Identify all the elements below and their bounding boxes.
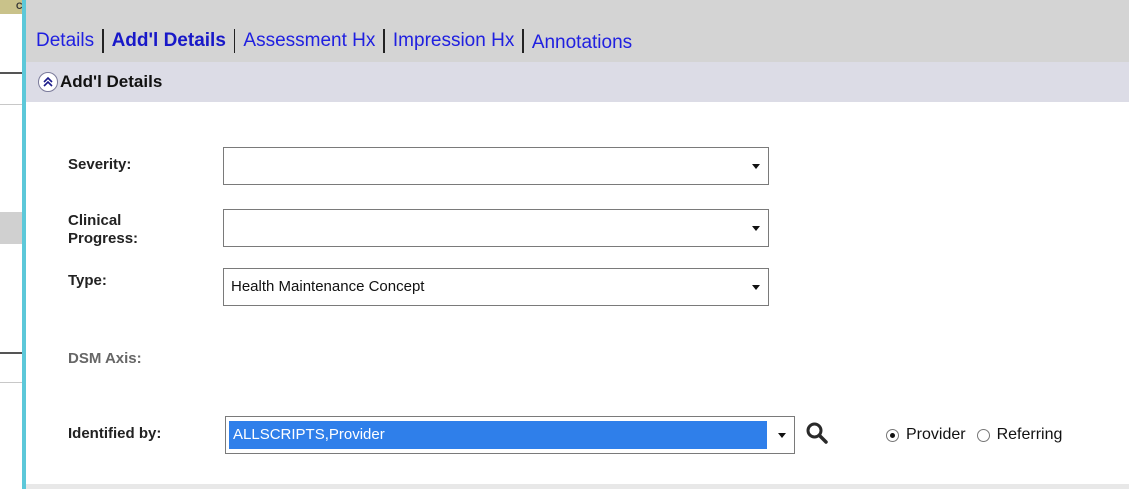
details-panel: Details Add'l Details Assessment Hx Impr… <box>26 0 1129 489</box>
identified-by-label: Identified by: <box>68 425 162 442</box>
identified-by-dropdown[interactable]: ALLSCRIPTS,Provider <box>225 416 795 454</box>
section-header[interactable]: Add'l Details <box>26 62 1129 102</box>
radio-selected-icon <box>886 428 899 442</box>
identified-by-type: Provider Referring <box>886 426 1073 444</box>
provider-radio-label: Provider <box>906 426 966 443</box>
tab-assessment-hx[interactable]: Assessment Hx <box>243 30 375 52</box>
referring-radio[interactable]: Referring <box>976 426 1063 444</box>
gutter-divider <box>0 104 22 105</box>
gutter-block <box>0 212 22 244</box>
tab-addl-details[interactable]: Add'l Details <box>112 30 226 52</box>
chevron-down-icon <box>752 226 760 231</box>
search-icon[interactable] <box>805 421 829 445</box>
type-value: Health Maintenance Concept <box>231 278 425 295</box>
referring-radio-label: Referring <box>996 426 1063 443</box>
tab-separator <box>102 29 104 53</box>
chevron-down-icon <box>752 164 760 169</box>
identified-by-value: ALLSCRIPTS,Provider <box>233 426 385 443</box>
tab-separator <box>383 29 385 53</box>
tab-separator <box>522 29 524 53</box>
severity-label: Severity: <box>68 156 132 173</box>
tab-separator <box>233 29 236 53</box>
clinical-progress-label: Clinical Progress: <box>68 212 138 248</box>
type-label: Type: <box>68 272 107 289</box>
tab-bar: Details Add'l Details Assessment Hx Impr… <box>26 0 1129 62</box>
chevron-down-icon <box>752 285 760 290</box>
chevron-down-icon <box>778 433 786 438</box>
section-title: Add'l Details <box>60 72 163 91</box>
provider-radio[interactable]: Provider <box>886 426 966 444</box>
type-dropdown[interactable]: Health Maintenance Concept <box>223 268 769 306</box>
tab-impression-hx[interactable]: Impression Hx <box>393 30 514 52</box>
dsm-axis-label: DSM Axis: <box>68 350 142 367</box>
clinical-progress-label-line2: Progress: <box>68 230 139 247</box>
clinical-progress-label-line1: Clinical <box>68 212 122 229</box>
clinical-progress-dropdown[interactable] <box>223 209 769 247</box>
tab-annotations[interactable]: Annotations <box>532 32 632 54</box>
gutter-divider <box>0 352 22 354</box>
gutter-corner-label: C: <box>0 0 24 14</box>
gutter-divider <box>0 382 22 383</box>
gutter-divider <box>0 72 22 74</box>
radio-unselected-icon <box>976 428 990 442</box>
tab-list: Details Add'l Details Assessment Hx Impr… <box>36 28 632 54</box>
tab-details[interactable]: Details <box>36 30 94 52</box>
panel-bottom-divider <box>26 484 1129 489</box>
severity-dropdown[interactable] <box>223 147 769 185</box>
collapse-up-icon[interactable] <box>38 72 58 92</box>
